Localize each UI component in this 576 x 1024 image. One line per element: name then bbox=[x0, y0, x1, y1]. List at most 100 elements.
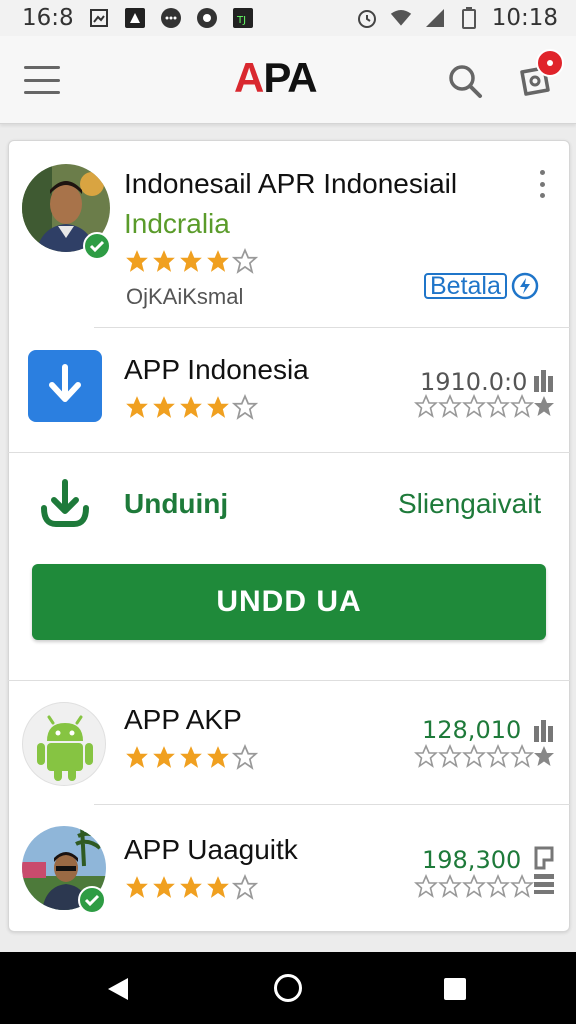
bookmark-icon[interactable] bbox=[532, 846, 556, 870]
star-outline-icon[interactable] bbox=[486, 744, 510, 768]
menu-button[interactable] bbox=[24, 66, 60, 94]
download-arrow-icon bbox=[49, 364, 81, 402]
system-navigation-bar bbox=[0, 952, 576, 1024]
home-button[interactable] bbox=[274, 974, 302, 1002]
featured-meta: OjKAiKsmal bbox=[126, 284, 244, 309]
app-akp-title[interactable]: APP AKP bbox=[124, 704, 242, 736]
menu-icon-line bbox=[24, 66, 60, 69]
star-outline-icon[interactable] bbox=[510, 874, 534, 898]
star-outline-icon[interactable] bbox=[438, 874, 462, 898]
search-button[interactable] bbox=[446, 62, 484, 100]
betala-button[interactable]: Betala bbox=[424, 272, 539, 300]
star-outline-icon[interactable] bbox=[486, 394, 510, 418]
star-outline-icon bbox=[232, 874, 258, 900]
app-indonesia-icon[interactable] bbox=[28, 350, 102, 422]
star-filled-icon bbox=[126, 876, 148, 898]
download-button[interactable]: UNDD UA bbox=[32, 564, 546, 640]
back-icon bbox=[108, 978, 128, 1000]
list-icon[interactable] bbox=[532, 872, 556, 896]
divider bbox=[94, 327, 570, 328]
star-outline-icon[interactable] bbox=[510, 394, 534, 418]
star-filled-icon bbox=[126, 250, 148, 272]
back-button[interactable] bbox=[106, 976, 130, 1007]
star-filled-icon bbox=[207, 746, 229, 768]
download-label: Unduinj bbox=[124, 488, 229, 519]
star-filled-icon bbox=[180, 396, 202, 418]
app-uaaguitk-rating bbox=[124, 874, 258, 900]
search-icon bbox=[449, 65, 482, 98]
app-akp-icon[interactable] bbox=[22, 702, 106, 786]
verified-icon bbox=[83, 232, 111, 260]
gallery-icon bbox=[88, 7, 110, 29]
betala-label: Betala bbox=[424, 273, 507, 299]
star-outline-icon[interactable] bbox=[438, 744, 462, 768]
star-filled-icon bbox=[153, 396, 175, 418]
divider bbox=[8, 452, 570, 453]
star-icon[interactable] bbox=[532, 394, 556, 418]
app-indonesia-rate-input[interactable] bbox=[414, 394, 534, 418]
app-indonesia-rating bbox=[124, 394, 258, 420]
verified-icon bbox=[78, 886, 106, 914]
menu-icon-line bbox=[24, 78, 60, 82]
shield-icon bbox=[196, 7, 218, 29]
logo-accent: A bbox=[234, 54, 264, 101]
app-uaaguitk-rate-input[interactable] bbox=[414, 874, 534, 898]
star-filled-icon bbox=[180, 746, 202, 768]
app-bar: APA bbox=[0, 36, 576, 124]
star-outline-icon[interactable] bbox=[462, 744, 486, 768]
star-outline-icon[interactable] bbox=[462, 874, 486, 898]
star-outline-icon[interactable] bbox=[414, 874, 438, 898]
app-uaaguitk-count: 198,300 bbox=[422, 846, 522, 874]
star-filled-icon bbox=[153, 746, 175, 768]
download-right-label[interactable]: Sliengaivait bbox=[398, 488, 541, 520]
star-filled-icon bbox=[207, 396, 229, 418]
star-outline-icon[interactable] bbox=[414, 744, 438, 768]
star-filled-icon bbox=[153, 250, 175, 272]
more-options-button[interactable] bbox=[536, 170, 548, 198]
lightning-icon bbox=[511, 272, 539, 300]
star-icon[interactable] bbox=[532, 744, 556, 768]
stats-icon[interactable] bbox=[532, 718, 556, 742]
app-indonesia-count: 1910.0:0 bbox=[420, 368, 528, 396]
signal-icon bbox=[424, 7, 446, 29]
divider bbox=[94, 804, 570, 805]
star-filled-icon bbox=[126, 746, 148, 768]
status-bar: 16:8 TJ 10:18 bbox=[0, 0, 576, 36]
android-icon bbox=[37, 715, 93, 781]
battery-icon bbox=[458, 7, 480, 29]
star-outline-icon bbox=[232, 394, 258, 420]
star-outline-icon[interactable] bbox=[414, 394, 438, 418]
menu-icon-line bbox=[24, 91, 60, 94]
more-dot bbox=[539, 181, 545, 187]
star-filled-icon bbox=[207, 250, 229, 272]
app-akp-count: 128,010 bbox=[422, 716, 522, 744]
app-uaaguitk-title[interactable]: APP Uaaguitk bbox=[124, 834, 298, 866]
star-outline-icon bbox=[232, 248, 258, 274]
stats-icon[interactable] bbox=[532, 368, 556, 392]
more-dot bbox=[539, 170, 545, 175]
notification-badge bbox=[536, 49, 564, 77]
star-outline-icon bbox=[232, 744, 258, 770]
featured-title[interactable]: Indonesail APR Indonesiail bbox=[124, 168, 457, 200]
app-indonesia-title[interactable]: APP Indonesia bbox=[124, 354, 309, 386]
star-filled-icon bbox=[207, 876, 229, 898]
drive-icon bbox=[124, 7, 146, 29]
chat-icon bbox=[160, 7, 182, 29]
status-right-time: 10:18 bbox=[491, 5, 558, 31]
star-outline-icon[interactable] bbox=[462, 394, 486, 418]
app-akp-rate-input[interactable] bbox=[414, 744, 534, 768]
app-logo[interactable]: APA bbox=[234, 54, 318, 102]
svg-text:TJ: TJ bbox=[236, 15, 246, 26]
app-icon: TJ bbox=[232, 7, 254, 29]
star-outline-icon[interactable] bbox=[510, 744, 534, 768]
more-dot bbox=[539, 193, 545, 198]
star-outline-icon[interactable] bbox=[486, 874, 510, 898]
featured-subtitle: Indcralia bbox=[124, 208, 230, 239]
star-outline-icon[interactable] bbox=[438, 394, 462, 418]
star-filled-icon bbox=[126, 396, 148, 418]
divider bbox=[8, 680, 570, 681]
download-tray-icon bbox=[38, 478, 92, 532]
alarm-icon bbox=[356, 7, 378, 29]
wifi-icon bbox=[390, 7, 412, 29]
recent-apps-button[interactable] bbox=[444, 978, 466, 1000]
